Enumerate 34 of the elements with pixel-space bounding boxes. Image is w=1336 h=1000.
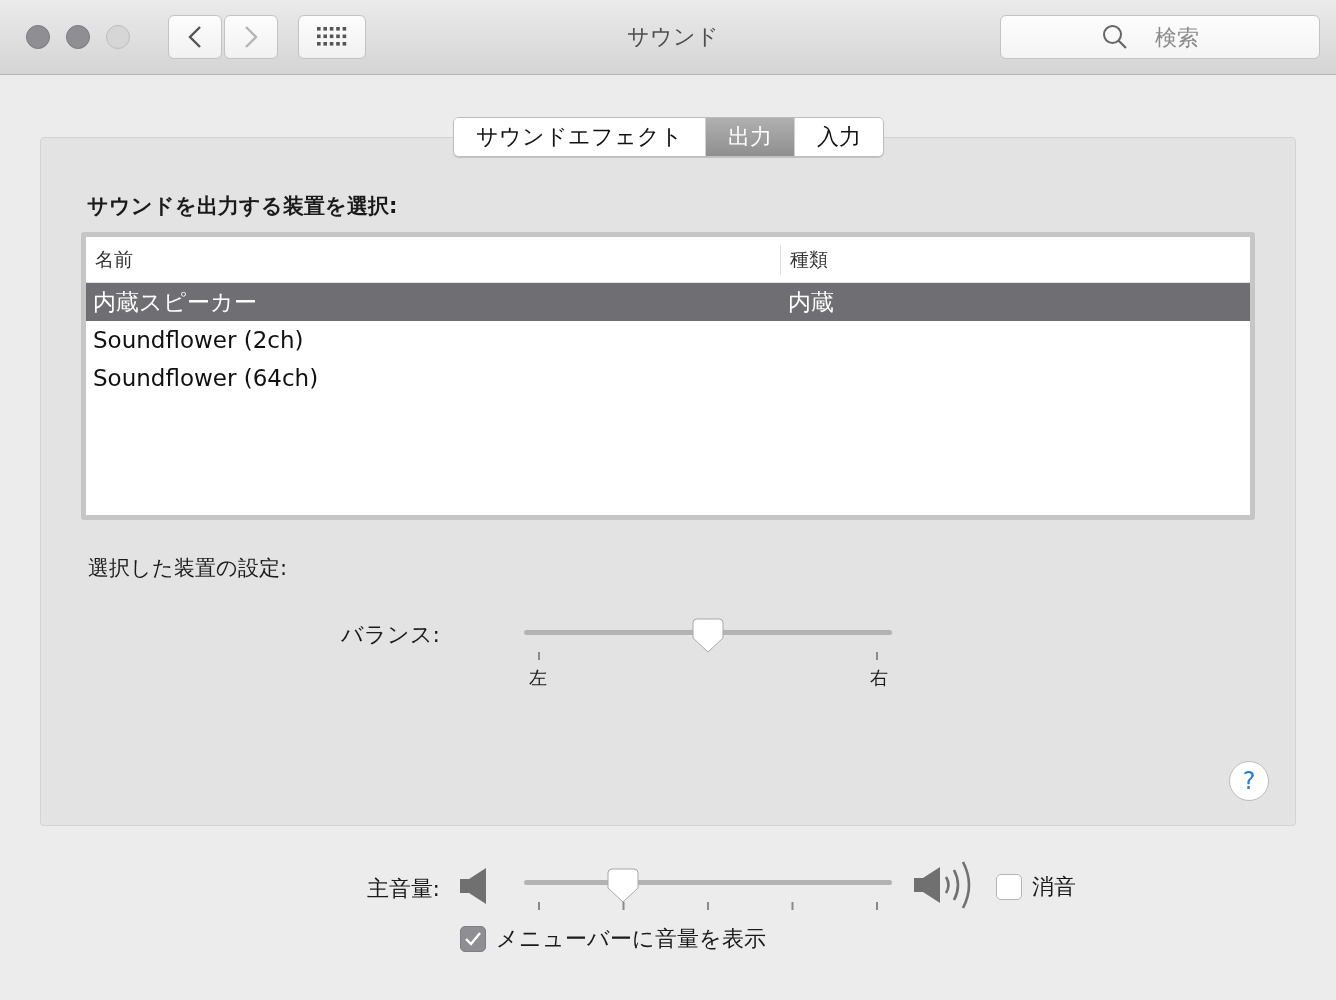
back-button[interactable] [168,15,222,59]
table-cell-text: Soundflower (2ch) [92,327,305,353]
minimize-button[interactable] [66,25,90,49]
search-icon [1102,24,1128,50]
show-all-button[interactable] [298,15,366,59]
chevron-right-icon [244,25,258,49]
balance-label: バランス: [339,621,440,649]
column-header[interactable]: 名前 [86,244,781,275]
chevron-left-icon [188,25,202,49]
checkbox[interactable] [996,874,1022,900]
slider-thumb[interactable] [692,618,724,654]
column-header[interactable]: 種類 [781,246,828,273]
window-title: サウンド [627,23,719,51]
section-heading: サウンドを出力する装置を選択: [87,193,399,220]
slider-thumb[interactable] [607,868,640,904]
device-row[interactable]: 内蔵スピーカー 内蔵 [86,283,1250,321]
close-button[interactable] [26,25,50,49]
table-cell-text: 内蔵スピーカー [92,287,258,317]
speaker-icon [460,868,486,904]
grid-icon [317,27,347,47]
tab[interactable]: 入力 [793,118,883,156]
table-cell-text: 内蔵 [787,287,834,317]
checkmark-icon [464,931,482,947]
mute-label: 消音 [1032,873,1076,901]
volume-label: 主音量: [365,875,440,903]
help-button[interactable]: ? [1229,761,1269,801]
tick-label: 左 [529,666,547,690]
tick-label: 右 [870,666,888,690]
checkbox[interactable] [460,926,486,952]
table-cell-text: Soundflower (64ch) [92,365,320,391]
menu-bar-option-label: メニューバーに音量を表示 [496,925,766,953]
section-label: 選択した装置の設定: [88,555,289,582]
tab[interactable]: サウンドエフェクト [453,118,705,156]
search-field[interactable]: 検索 [1000,15,1320,59]
